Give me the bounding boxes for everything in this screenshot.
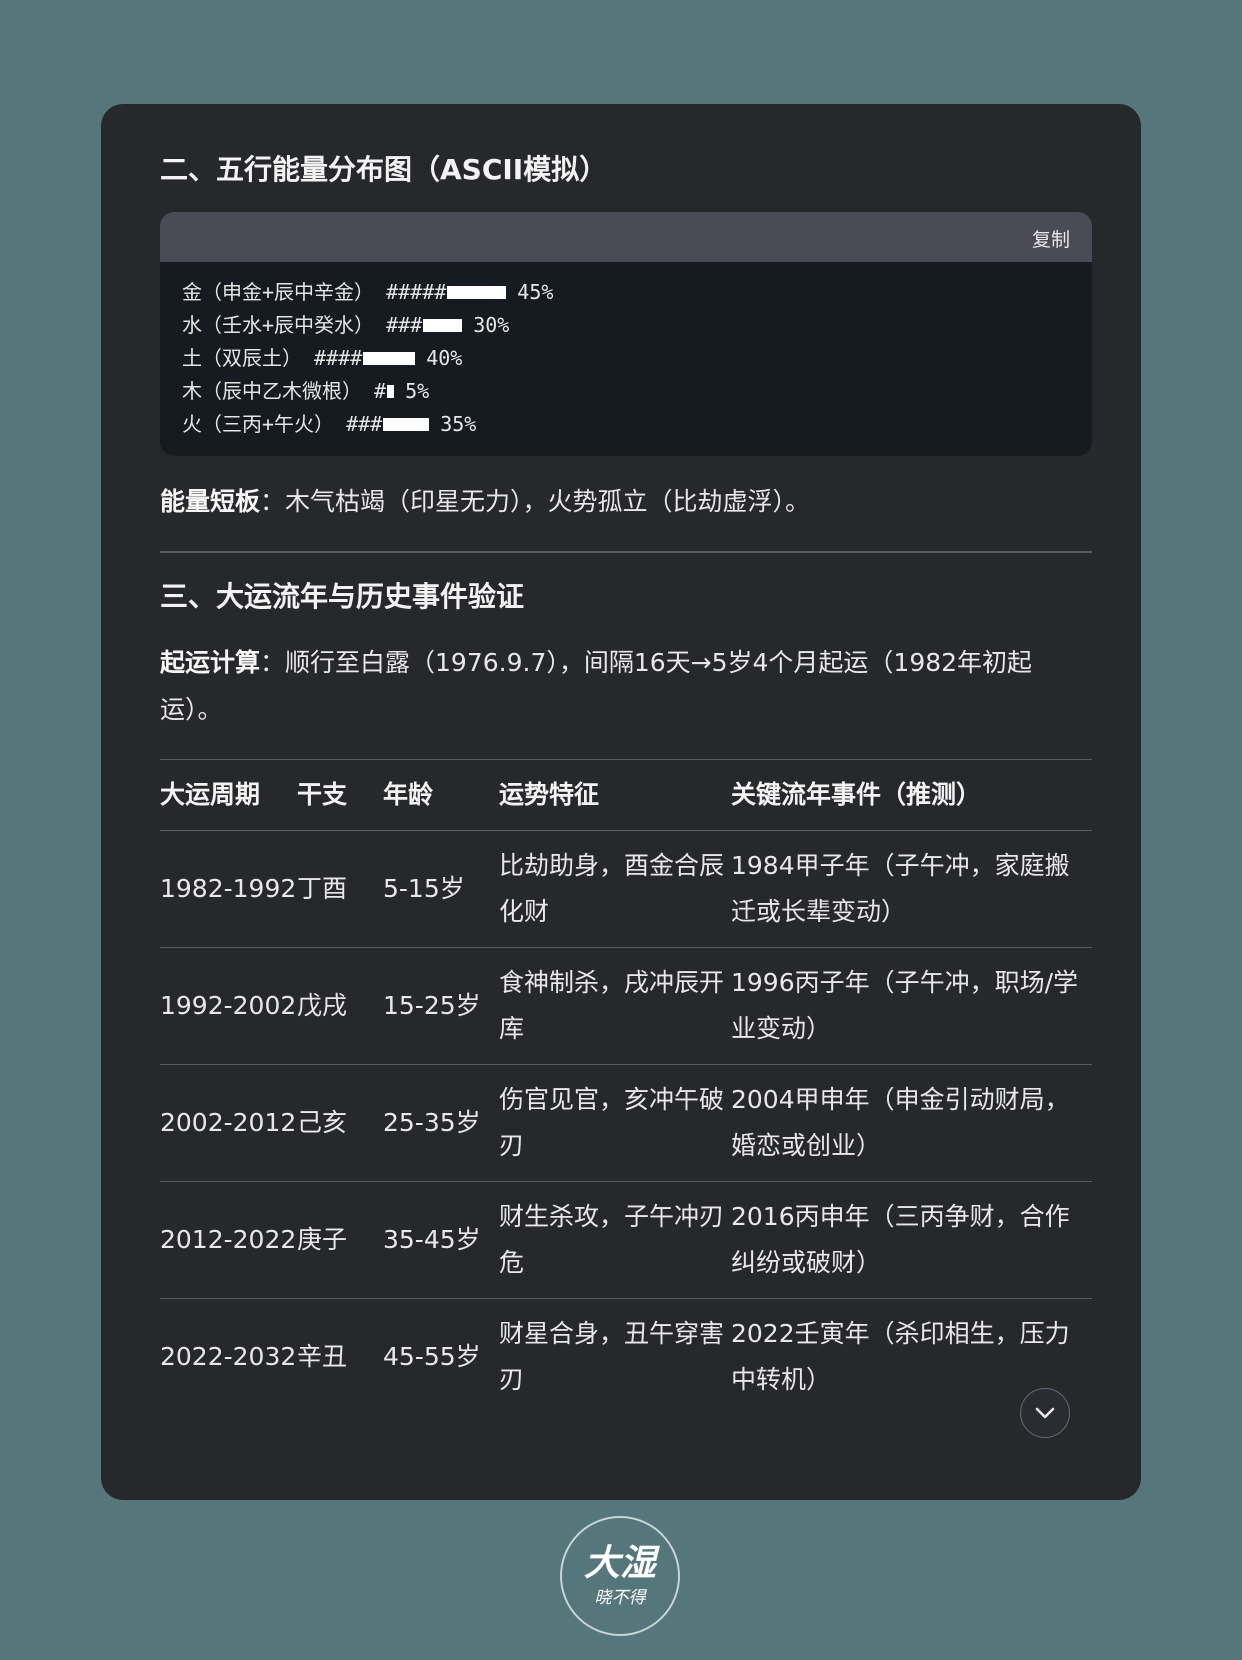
code-line-label: 水（壬水+辰中癸水） ###	[182, 313, 423, 337]
code-content: 金（申金+辰中辛金） ##### 45% 水（壬水+辰中癸水） ### 30% 土（双辰…	[160, 262, 1092, 456]
dayun-table: 大运周期 干支 年龄 运势特征 关键流年事件（推测） 1982-1992 丁酉 5-…	[160, 759, 1092, 1415]
table-cell: 2004甲申年（申金引动财局，婚恋或创业）	[731, 1085, 1070, 1160]
table-row: 2022-2032 辛丑 45-55岁 财星合身，丑午穿害刃 2022壬寅年（杀印相生，…	[160, 1298, 1092, 1416]
code-line-label: 木（辰中乙木微根） #	[182, 379, 387, 403]
table-cell: 伤官见官，亥冲午破刃	[499, 1085, 725, 1160]
copy-button[interactable]: 复制	[1032, 225, 1070, 252]
col-header: 运势特征	[499, 780, 600, 809]
energy-note-text: ：木气枯竭（印星无力），火势孤立（比劫虚浮）。	[260, 487, 811, 516]
table-row: 1982-1992 丁酉 5-15岁 比劫助身，酉金合辰化财 1984甲子年（子午冲，家…	[160, 830, 1092, 948]
table-cell: 戊戌	[297, 991, 348, 1020]
qiyun-calc-text: ：顺行至白露（1976.9.7），间隔16天→5岁4个月起运（1982年初起运）…	[160, 648, 1033, 724]
code-line: 火（三丙+午火） ### 35%	[182, 408, 1070, 441]
table-cell: 2016丙申年（三丙争财，合作纠纷或破财）	[731, 1202, 1070, 1277]
code-block-header: 复制	[160, 212, 1092, 262]
scroll-down-button[interactable]	[1020, 1388, 1070, 1438]
energy-bar	[423, 319, 463, 332]
table-cell: 45-55岁	[383, 1342, 481, 1371]
energy-bar	[447, 286, 507, 299]
energy-note-label: 能量短板	[160, 487, 261, 516]
col-header: 关键流年事件（推测）	[731, 780, 982, 809]
table-cell: 15-25岁	[383, 991, 481, 1020]
qiyun-calc-label: 起运计算	[160, 648, 261, 677]
col-header: 年龄	[383, 780, 434, 809]
table-row: 2002-2012 己亥 25-35岁 伤官见官，亥冲午破刃 2004甲申年（申金引动财…	[160, 1064, 1092, 1182]
table-cell: 2012-2022	[160, 1225, 297, 1254]
table-cell: 5-15岁	[383, 874, 465, 903]
code-line-percent: 30%	[473, 313, 510, 337]
code-line: 土（双辰土） #### 40%	[182, 342, 1070, 375]
table-cell: 2022-2032	[160, 1342, 297, 1371]
code-line-percent: 35%	[440, 412, 477, 436]
table-cell: 财生杀攻，子午冲刃危	[499, 1202, 725, 1277]
logo-main-text: 大湿	[583, 1542, 656, 1584]
table-cell: 1996丙子年（子午冲，职场/学业变动）	[731, 968, 1079, 1043]
table-row: 1992-2002 戊戌 15-25岁 食神制杀，戌冲辰开库 1996丙子年（子午冲，职…	[160, 947, 1092, 1065]
table-header-row: 大运周期 干支 年龄 运势特征 关键流年事件（推测）	[160, 759, 1092, 831]
table-cell: 1982-1992	[160, 874, 297, 903]
energy-bar	[383, 418, 430, 431]
code-line-percent: 40%	[426, 346, 463, 370]
table-cell: 财星合身，丑午穿害刃	[499, 1319, 725, 1394]
section-heading-wuxing: 二、五行能量分布图（ASCII模拟）	[160, 153, 608, 186]
divider	[160, 551, 1092, 553]
logo-sub-text: 晓不得	[594, 1588, 646, 1608]
table-cell: 1984甲子年（子午冲，家庭搬迁或长辈变动）	[731, 851, 1070, 926]
table-cell: 1992-2002	[160, 991, 297, 1020]
code-block: 复制 金（申金+辰中辛金） ##### 45% 水（壬水+辰中癸水） ### 30% 土…	[160, 212, 1092, 456]
table-cell: 丁酉	[297, 874, 348, 903]
chat-message-card: 二、五行能量分布图（ASCII模拟） 复制 金（申金+辰中辛金） ##### 45…	[101, 104, 1141, 1500]
watermark-logo: 大湿 晓不得	[560, 1516, 680, 1636]
section-heading-dayun: 三、大运流年与历史事件验证	[160, 580, 525, 613]
table-cell: 辛丑	[297, 1342, 348, 1371]
table-cell: 庚子	[297, 1225, 348, 1254]
code-line-label: 金（申金+辰中辛金） #####	[182, 280, 447, 304]
table-cell: 25-35岁	[383, 1108, 481, 1137]
table-cell: 比劫助身，酉金合辰化财	[499, 851, 725, 926]
col-header: 干支	[297, 780, 348, 809]
code-line-percent: 45%	[517, 280, 554, 304]
energy-bar	[387, 385, 395, 398]
energy-bar	[363, 352, 416, 365]
code-line: 金（申金+辰中辛金） ##### 45%	[182, 276, 1070, 309]
qiyun-calc: 起运计算：顺行至白露（1976.9.7），间隔16天→5岁4个月起运（1982年…	[160, 639, 1092, 733]
table-row: 2012-2022 庚子 35-45岁 财生杀攻，子午冲刃危 2016丙申年（三丙争财，…	[160, 1181, 1092, 1299]
table-cell: 35-45岁	[383, 1225, 481, 1254]
table-cell: 2002-2012	[160, 1108, 297, 1137]
code-line: 水（壬水+辰中癸水） ### 30%	[182, 309, 1070, 342]
table-cell: 己亥	[297, 1108, 348, 1137]
table-cell: 食神制杀，戌冲辰开库	[499, 968, 725, 1043]
code-line-percent: 5%	[405, 379, 430, 403]
code-line: 木（辰中乙木微根） # 5%	[182, 375, 1070, 408]
code-line-label: 火（三丙+午火） ###	[182, 412, 383, 436]
energy-note: 能量短板：木气枯竭（印星无力），火势孤立（比劫虚浮）。	[160, 478, 1092, 525]
col-header: 大运周期	[160, 780, 261, 809]
code-line-label: 土（双辰土） ####	[182, 346, 363, 370]
chevron-down-icon	[1035, 1407, 1055, 1419]
